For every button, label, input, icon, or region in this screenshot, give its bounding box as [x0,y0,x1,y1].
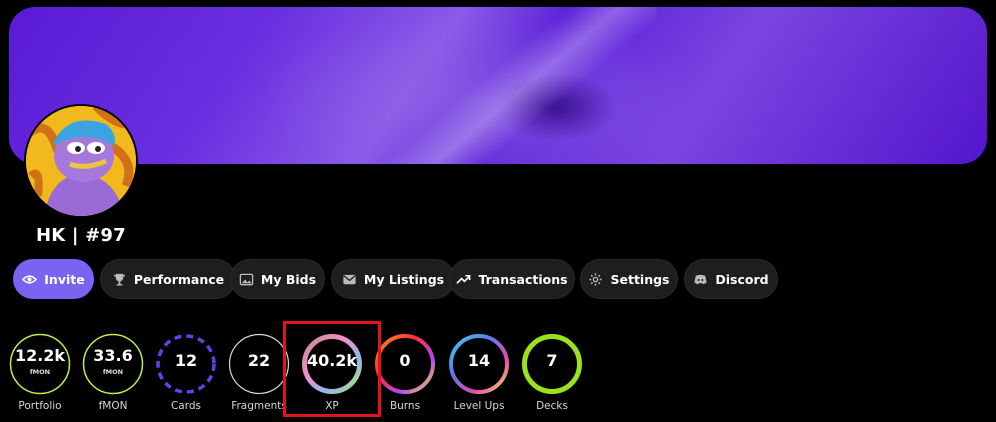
fragments-value: 22 [247,351,271,370]
my-bids-label: My Bids [260,271,317,287]
level-ups-value: 14 [467,351,491,370]
decks-value: 7 [546,351,558,370]
burns-value: 0 [399,351,411,370]
performance-label: Performance [133,271,225,287]
mail-icon [343,274,356,284]
discord-button[interactable]: Discord [684,259,778,299]
profile-avatar[interactable] [24,104,138,218]
my-bids-button[interactable]: My Bids [230,259,325,299]
fmon-unit: fMON [102,368,124,376]
stat-decks[interactable]: 7 Decks [519,333,585,412]
image-icon [239,273,254,285]
performance-button[interactable]: Performance [100,259,236,299]
my-listings-label: My Listings [363,271,445,287]
settings-label: Settings [610,271,670,287]
portfolio-unit: fMON [29,368,51,376]
trophy-icon [113,273,125,286]
trending-up-icon [456,274,471,284]
discord-icon [694,274,707,284]
invite-button[interactable]: Invite [13,259,94,299]
stat-portfolio[interactable]: 12.2k fMON Portfolio [7,333,73,412]
gear-icon [589,272,603,286]
settings-button[interactable]: Settings [580,259,678,299]
invite-icon [22,274,38,284]
transactions-label: Transactions [478,271,568,287]
stat-level-ups[interactable]: 14 Level Ups [446,333,512,412]
decks-label: Decks [536,400,568,412]
profile-stats-row: 12.2k fMON Portfolio 33.6 fMON fMON 12 C… [0,330,996,422]
stat-fmon[interactable]: 33.6 fMON fMON [80,333,146,412]
avatar-image [26,106,136,216]
stat-cards[interactable]: 12 Cards [153,333,219,412]
discord-label: Discord [715,271,769,287]
profile-banner [9,7,987,164]
fmon-value: 33.6 [93,346,133,365]
xp-highlight-box [283,321,381,417]
transactions-button[interactable]: Transactions [449,259,575,299]
profile-username: HK | #97 [36,225,126,246]
my-listings-button[interactable]: My Listings [331,259,455,299]
stat-burns[interactable]: 0 Burns [372,333,438,412]
portfolio-value: 12.2k [14,346,66,365]
cards-value: 12 [174,351,198,370]
invite-label: Invite [44,271,85,287]
